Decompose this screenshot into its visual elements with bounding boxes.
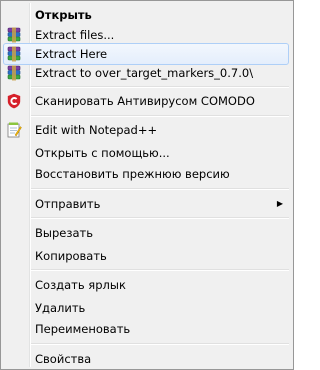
- menu-item-label: Edit with Notepad++: [35, 123, 158, 137]
- menu-item-label: Сканировать Антивирусом COMODO: [35, 94, 255, 108]
- winrar-icon: [6, 46, 22, 62]
- menu-item-delete[interactable]: Удалить: [3, 297, 289, 319]
- context-menu: Открыть Extract files... Extract Here Ex…: [0, 0, 294, 370]
- menu-separator: [31, 269, 289, 271]
- notepad-plus-plus-icon: [6, 122, 22, 138]
- menu-item-label: Extract Here: [35, 47, 108, 61]
- menu-item-cut[interactable]: Вырезать: [3, 222, 289, 244]
- menu-separator: [31, 115, 289, 117]
- menu-separator: [31, 86, 289, 88]
- menu-item-extract-to[interactable]: Extract to over_target_markers_0.7.0\: [3, 62, 289, 84]
- menu-separator: [31, 188, 289, 190]
- winrar-icon: [6, 65, 22, 81]
- menu-item-label: Отправить: [35, 197, 101, 211]
- menu-item-label: Вырезать: [35, 226, 93, 240]
- menu-item-copy[interactable]: Копировать: [3, 245, 289, 267]
- menu-item-restore-version[interactable]: Восстановить прежнюю версию: [3, 163, 289, 185]
- menu-item-label: Extract files...: [35, 28, 115, 42]
- menu-separator: [31, 217, 289, 219]
- menu-item-label: Восстановить прежнюю версию: [35, 167, 230, 181]
- menu-item-label: Открыть с помощью...: [35, 146, 170, 160]
- menu-item-open[interactable]: Открыть: [3, 4, 289, 26]
- comodo-icon: [6, 93, 22, 109]
- menu-item-create-shortcut[interactable]: Создать ярлык: [3, 274, 289, 296]
- menu-item-label: Extract to over_target_markers_0.7.0\: [35, 66, 254, 80]
- menu-item-properties[interactable]: Свойства: [3, 348, 289, 370]
- menu-item-send-to[interactable]: Отправить ▶: [3, 193, 289, 215]
- menu-separator: [31, 343, 289, 345]
- menu-item-open-with[interactable]: Открыть с помощью...: [3, 142, 289, 164]
- menu-item-label: Переименовать: [35, 322, 131, 336]
- menu-item-label: Свойства: [35, 352, 92, 366]
- menu-item-edit-notepad[interactable]: Edit with Notepad++: [3, 119, 289, 141]
- menu-item-label: Удалить: [35, 301, 86, 315]
- menu-item-label: Копировать: [35, 249, 107, 263]
- winrar-icon: [6, 27, 22, 43]
- chevron-right-icon: ▶: [276, 199, 283, 208]
- menu-item-label: Создать ярлык: [35, 278, 126, 292]
- menu-item-scan-comodo[interactable]: Сканировать Антивирусом COMODO: [3, 90, 289, 112]
- menu-item-label: Открыть: [35, 8, 92, 22]
- menu-item-rename[interactable]: Переименовать: [3, 318, 289, 340]
